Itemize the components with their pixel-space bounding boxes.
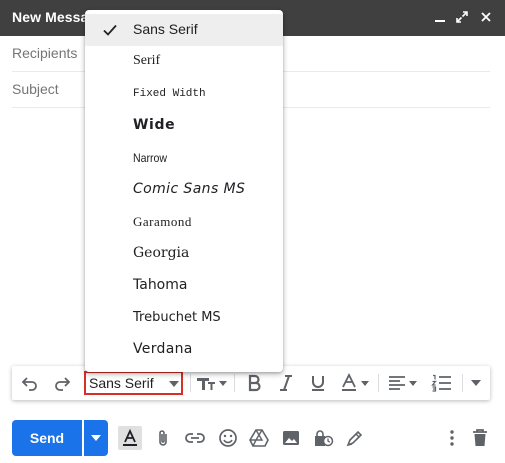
undo-icon[interactable]	[18, 366, 42, 400]
insert-photo-icon[interactable]	[279, 426, 303, 450]
google-drive-icon[interactable]	[247, 426, 271, 450]
underline-icon[interactable]	[306, 366, 330, 400]
font-option-label: Fixed Width	[133, 88, 206, 100]
font-option-comic-sans[interactable]: Comic Sans MS	[85, 174, 283, 206]
toolbar-divider	[378, 374, 379, 392]
discard-draft-icon[interactable]	[468, 426, 492, 450]
font-select-value: Sans Serif	[89, 375, 154, 391]
check-icon	[103, 24, 117, 36]
font-family-select[interactable]: Sans Serif	[84, 371, 183, 395]
chevron-down-icon	[91, 435, 101, 441]
font-option-fixed-width[interactable]: Fixed Width	[85, 78, 283, 110]
font-option-label: Tahoma	[133, 277, 188, 293]
font-option-label: Narrow	[133, 151, 168, 165]
font-option-label: Verdana	[133, 341, 193, 357]
font-option-narrow[interactable]: Narrow	[85, 142, 283, 174]
insert-link-icon[interactable]	[183, 426, 207, 450]
send-options-button[interactable]	[84, 420, 108, 456]
emoji-icon[interactable]	[216, 426, 240, 450]
font-option-label: Wide	[133, 117, 176, 133]
font-menu: Sans Serif Serif Fixed Width Wide Narrow…	[85, 10, 283, 372]
chevron-down-icon	[169, 381, 179, 387]
toolbar-divider	[234, 374, 235, 392]
send-button[interactable]: Send	[12, 420, 82, 456]
subject-placeholder: Subject	[12, 81, 59, 97]
font-option-georgia[interactable]: Georgia	[85, 238, 283, 270]
close-icon[interactable]	[476, 7, 496, 27]
text-color-icon[interactable]	[338, 366, 372, 400]
align-icon[interactable]	[386, 366, 420, 400]
font-option-wide[interactable]: Wide	[85, 110, 283, 142]
font-option-label: Garamond	[133, 214, 192, 229]
font-option-sans-serif[interactable]: Sans Serif	[85, 14, 283, 46]
fullscreen-icon[interactable]	[452, 7, 472, 27]
numbered-list-icon[interactable]	[430, 366, 454, 400]
recipients-placeholder: Recipients	[12, 45, 78, 61]
font-option-label: Sans Serif	[133, 21, 198, 37]
font-option-trebuchet[interactable]: Trebuchet MS	[85, 302, 283, 334]
more-options-icon[interactable]	[440, 426, 464, 450]
toolbar-divider	[462, 374, 463, 392]
font-option-label: Comic Sans MS	[133, 181, 246, 197]
minimize-icon[interactable]	[430, 7, 450, 27]
font-option-label: Georgia	[133, 245, 190, 261]
font-option-serif[interactable]: Serif	[85, 46, 283, 78]
font-option-label: Serif	[133, 53, 161, 68]
font-option-tahoma[interactable]: Tahoma	[85, 270, 283, 302]
toolbar-divider	[190, 374, 191, 392]
font-option-label: Trebuchet MS	[133, 310, 221, 325]
confidential-mode-icon[interactable]	[311, 426, 335, 450]
redo-icon[interactable]	[50, 366, 74, 400]
font-option-garamond[interactable]: Garamond	[85, 206, 283, 238]
formatting-options-icon[interactable]	[118, 426, 142, 450]
more-formatting-icon[interactable]	[468, 366, 484, 400]
signature-icon[interactable]	[343, 426, 367, 450]
font-option-verdana[interactable]: Verdana	[85, 334, 283, 366]
attach-file-icon[interactable]	[151, 426, 175, 450]
send-label: Send	[29, 430, 65, 446]
